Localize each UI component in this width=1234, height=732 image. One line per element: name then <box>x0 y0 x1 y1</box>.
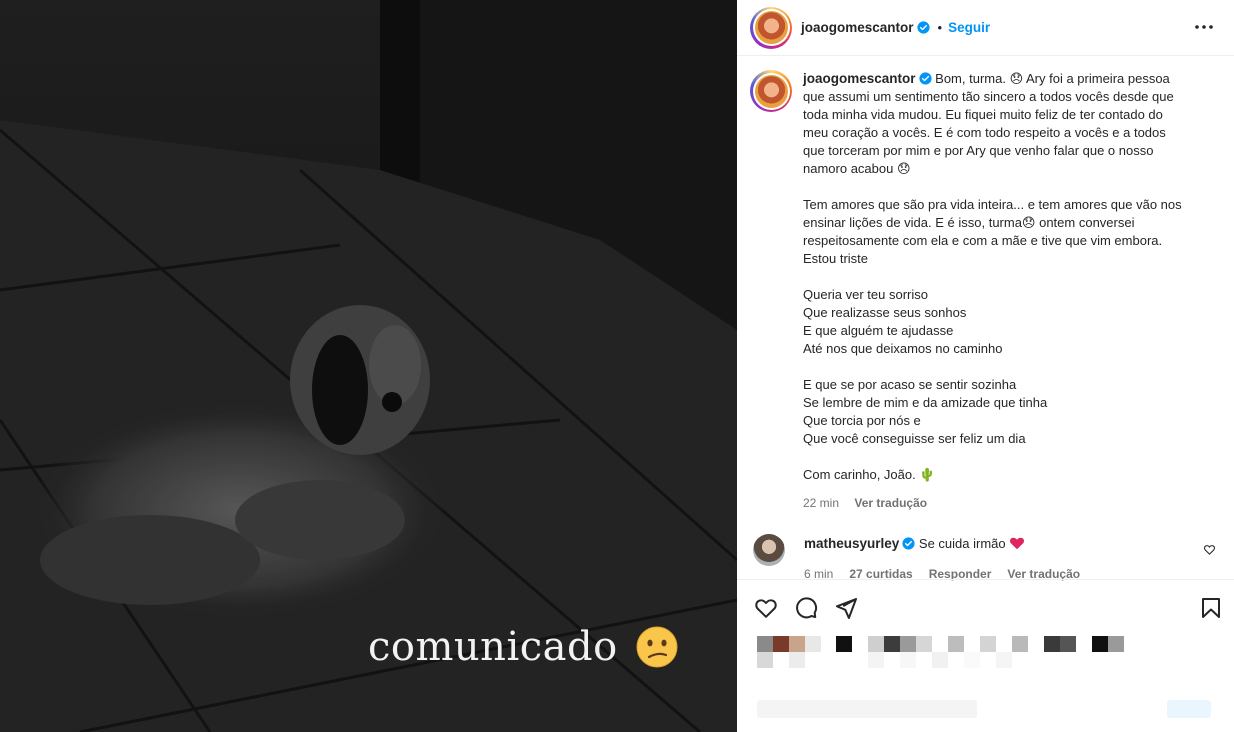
comment-item: matheusyurley Se cuida irmão 6 min 27 cu… <box>753 534 1218 581</box>
separator-dot: • <box>937 20 943 35</box>
caption-translate-link[interactable]: Ver tradução <box>854 496 927 510</box>
caption-line: E que se por acaso se sentir sozinha <box>803 377 1017 392</box>
author-username[interactable]: joaogomescantor <box>801 20 914 35</box>
date-blurred <box>757 700 977 718</box>
caption-line: Tem amores que são pra vida inteira... e… <box>803 197 1182 212</box>
author-avatar[interactable] <box>750 6 792 49</box>
caption-line: Bom, turma. 😞 Ary foi a primeira pessoa <box>935 71 1170 86</box>
caption-timestamp[interactable]: 22 min <box>803 496 839 510</box>
verified-badge-icon <box>916 21 930 34</box>
verified-badge-icon <box>918 72 932 85</box>
caption-text: joaogomescantor Bom, turma. 😞 Ary foi a … <box>803 70 1213 512</box>
caption-line: E que alguém te ajudasse <box>803 323 954 338</box>
caption-line: Até nos que deixamos no caminho <box>803 341 1003 356</box>
comment-icon[interactable] <box>794 596 818 620</box>
caption-line: ensinar lições de vida. E é isso, turma😞… <box>803 215 1135 230</box>
comment-text: Se cuida irmão <box>918 536 1006 551</box>
caption-line: Estou triste <box>803 251 869 266</box>
post-header: joaogomescantor • Seguir <box>737 0 1234 56</box>
confused-face-icon <box>636 626 678 668</box>
caption-line: Com carinho, João. 🌵 <box>803 467 936 482</box>
overlay-text: comunicado <box>368 624 618 670</box>
post-media[interactable]: comunicado <box>0 0 737 732</box>
caption-line: Que torcia por nós e <box>803 413 921 428</box>
heart-icon[interactable] <box>754 596 778 620</box>
bookmark-icon[interactable] <box>1199 596 1223 620</box>
post-caption: joaogomescantor Bom, turma. 😞 Ary foi a … <box>750 70 1220 512</box>
red-heart-emoji-icon <box>1010 537 1025 550</box>
media-overlay-caption: comunicado <box>368 624 678 670</box>
add-comment-area-blurred <box>1167 700 1211 718</box>
caption-line: Queria ver teu sorriso <box>803 287 928 302</box>
caption-line: Que você conseguisse ser feliz um dia <box>803 431 1026 446</box>
more-horizontal-icon[interactable] <box>1194 17 1214 37</box>
caption-line: respeitosamente com ela e com a mãe e ti… <box>803 233 1163 248</box>
liked-by-avatars-blurred <box>757 636 821 652</box>
commenter-username[interactable]: matheusyurley <box>804 536 899 551</box>
caption-author-avatar[interactable] <box>750 70 792 112</box>
caption-line: Se lembre de mim e da amizade que tinha <box>803 395 1048 410</box>
liked-by-avatars-blurred-2 <box>757 652 821 668</box>
follow-button[interactable]: Seguir <box>948 20 990 35</box>
caption-line: namoro acabou 😞 <box>803 161 911 176</box>
verified-badge-icon <box>902 537 915 550</box>
caption-line: que torceram por mim e por Ary que venho… <box>803 143 1154 158</box>
post-side-panel: joaogomescantor • Seguir joaogomescantor… <box>737 0 1234 732</box>
comment-like-heart-icon[interactable] <box>1203 543 1216 556</box>
caption-username[interactable]: joaogomescantor <box>803 71 916 86</box>
caption-line: que assumi um sentimento tão sincero a t… <box>803 89 1174 104</box>
dog-photo <box>0 0 737 732</box>
liked-by-text-blurred-2 <box>868 652 1012 668</box>
caption-line: toda minha vida mudou. Eu fiquei muito f… <box>803 107 1163 122</box>
caption-line: meu coração a vocês. E é com todo respei… <box>803 125 1166 140</box>
caption-line: Que realizasse seus sonhos <box>803 305 967 320</box>
commenter-avatar[interactable] <box>753 534 785 566</box>
liked-by-text-blurred <box>836 636 1124 652</box>
caption-meta: 22 min Ver tradução <box>803 494 1213 512</box>
share-icon[interactable] <box>834 596 858 620</box>
post-action-bar <box>737 579 1234 633</box>
